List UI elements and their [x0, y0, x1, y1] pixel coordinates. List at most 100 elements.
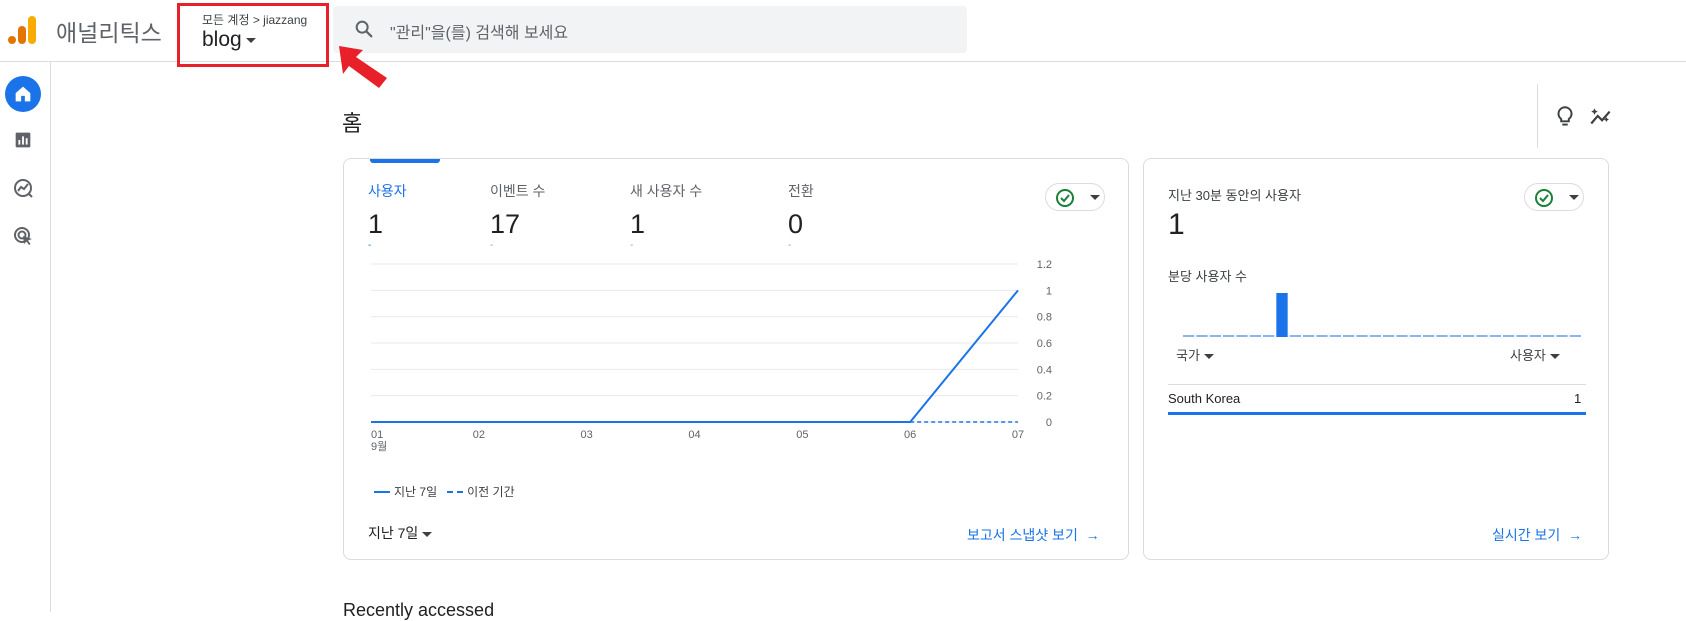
nav-home[interactable]	[5, 76, 41, 112]
dashed-line-swatch-icon	[447, 490, 464, 493]
metric-value: 1	[368, 209, 384, 239]
nav-advertising[interactable]	[5, 218, 41, 254]
search-input[interactable]: "관리"을(를) 검색해 보세요	[390, 19, 568, 43]
data-quality-dropdown[interactable]	[1045, 183, 1105, 211]
nav-reports[interactable]	[5, 122, 41, 158]
legend-item-current: 지난 7일	[374, 483, 437, 500]
lightbulb-icon[interactable]	[1552, 104, 1578, 130]
minute-bar	[1423, 335, 1435, 337]
column-country[interactable]: 국가	[1176, 345, 1214, 364]
minute-bar	[1303, 335, 1315, 337]
legend-label: 지난 7일	[394, 485, 438, 499]
metric-users[interactable]: 사용자 1 -	[368, 181, 407, 251]
column-users-label: 사용자	[1510, 348, 1546, 363]
home-icon	[15, 86, 31, 102]
legend-label: 이전 기간	[467, 485, 515, 499]
series-line-current	[371, 289, 1019, 423]
y-tick-label: 0.8	[1037, 312, 1052, 324]
x-tick-label: 07	[1012, 429, 1024, 441]
metric-events[interactable]: 이벤트 수 17 -	[490, 181, 546, 251]
metric-label: 이벤트 수	[490, 183, 546, 199]
table-row-bar	[1168, 412, 1586, 415]
account-breadcrumb: 모든 계정 > jiazzang	[202, 13, 308, 27]
minute-bar	[1223, 335, 1235, 337]
search-bar[interactable]: "관리"을(를) 검색해 보세요	[333, 6, 967, 53]
property-label: blog	[202, 28, 242, 51]
explore-icon	[14, 179, 33, 198]
realtime-link[interactable]: 실시간 보기 →	[1492, 525, 1582, 545]
chart-legend: 지난 7일 이전 기간	[374, 483, 515, 500]
realtime-label: 지난 30분 동안의 사용자	[1168, 188, 1301, 203]
minute-bar	[1383, 335, 1395, 337]
y-tick-label: 0.6	[1037, 338, 1052, 350]
minute-bar	[1289, 335, 1301, 337]
bar-chart-icon	[15, 132, 31, 148]
metric-delta: -	[490, 240, 494, 251]
table-row-users: 1	[1574, 391, 1582, 406]
nav-explore[interactable]	[5, 170, 41, 206]
x-tick-label: 06	[904, 429, 916, 441]
arrow-right-icon: →	[1564, 527, 1583, 543]
metric-new-users[interactable]: 새 사용자 수 1 -	[630, 181, 703, 251]
minute-bar	[1356, 335, 1368, 337]
minute-bar	[1409, 335, 1421, 337]
check-circle-icon	[1535, 189, 1553, 207]
overview-card: 사용자 1 - 이벤트 수 17 - 새 사용자 수 1 - 전환 0 - 0 0…	[343, 158, 1129, 560]
y-tick-label: 1	[1046, 285, 1052, 297]
top-app-bar: 애널리틱스 모든 계정 > jiazzang blog "관리"을(를) 검색해…	[0, 0, 1686, 88]
y-tick-label: 0	[1046, 417, 1052, 429]
report-snapshot-link[interactable]: 보고서 스냅샷 보기 →	[967, 525, 1100, 545]
column-country-label: 국가	[1176, 348, 1200, 363]
y-tick-label: 1.2	[1037, 259, 1052, 271]
active-tab-indicator	[370, 159, 440, 163]
minute-bar	[1449, 335, 1461, 337]
metric-delta: -	[788, 240, 792, 251]
arrow-right-icon: →	[1081, 527, 1100, 543]
metric-value: 0	[788, 209, 804, 239]
minute-bar	[1476, 335, 1488, 337]
solid-line-swatch-icon	[374, 490, 390, 493]
table-row-country: South Korea	[1168, 391, 1241, 406]
table-divider	[1168, 384, 1586, 385]
y-tick-label: 0.4	[1037, 364, 1052, 376]
minute-bar	[1396, 335, 1408, 337]
minute-bar	[1316, 335, 1328, 337]
metric-delta: -	[368, 240, 372, 251]
check-circle-icon	[1056, 189, 1074, 207]
realtime-quality-dropdown[interactable]	[1524, 183, 1584, 211]
minute-bar	[1183, 335, 1195, 337]
minute-bar	[1369, 335, 1381, 337]
chevron-down-icon	[1090, 195, 1100, 200]
page-tools	[1537, 84, 1627, 148]
chevron-down-icon	[1549, 354, 1560, 360]
search-icon	[355, 20, 373, 38]
metric-delta: -	[630, 240, 634, 251]
x-tick-label: 01	[371, 429, 383, 441]
realtime-link-label: 실시간 보기	[1492, 527, 1561, 543]
minute-bar	[1196, 335, 1208, 337]
analytics-logo-icon[interactable]	[8, 14, 38, 46]
minute-bar	[1249, 335, 1261, 337]
app-name: 애널리틱스	[56, 20, 162, 46]
left-navigation	[0, 62, 51, 612]
metric-value: 17	[490, 209, 521, 239]
property-name[interactable]: blog	[202, 28, 256, 52]
insights-icon[interactable]	[1588, 104, 1614, 130]
red-arrow-annotation-icon	[339, 46, 387, 88]
x-tick-label: 02	[473, 429, 485, 441]
metric-label: 새 사용자 수	[630, 183, 703, 199]
column-users[interactable]: 사용자	[1510, 345, 1560, 364]
x-tick-label: 05	[796, 429, 808, 441]
metric-value: 1	[630, 209, 646, 239]
minute-bar	[1236, 335, 1248, 337]
minute-bar	[1543, 335, 1555, 337]
date-range-select[interactable]: 지난 7일	[368, 523, 433, 543]
minute-bar	[1209, 335, 1221, 337]
legend-item-previous: 이전 기간	[447, 483, 515, 500]
chevron-down-icon	[1569, 195, 1579, 200]
property-selector[interactable]: 모든 계정 > jiazzang blog	[177, 3, 329, 67]
x-month-label: 9월	[371, 440, 387, 453]
metric-conversions[interactable]: 전환 0 -	[788, 181, 814, 251]
realtime-card: 지난 30분 동안의 사용자 1 분당 사용자 수 국가 사용자 South K…	[1143, 158, 1609, 560]
x-tick-label: 04	[688, 429, 700, 441]
